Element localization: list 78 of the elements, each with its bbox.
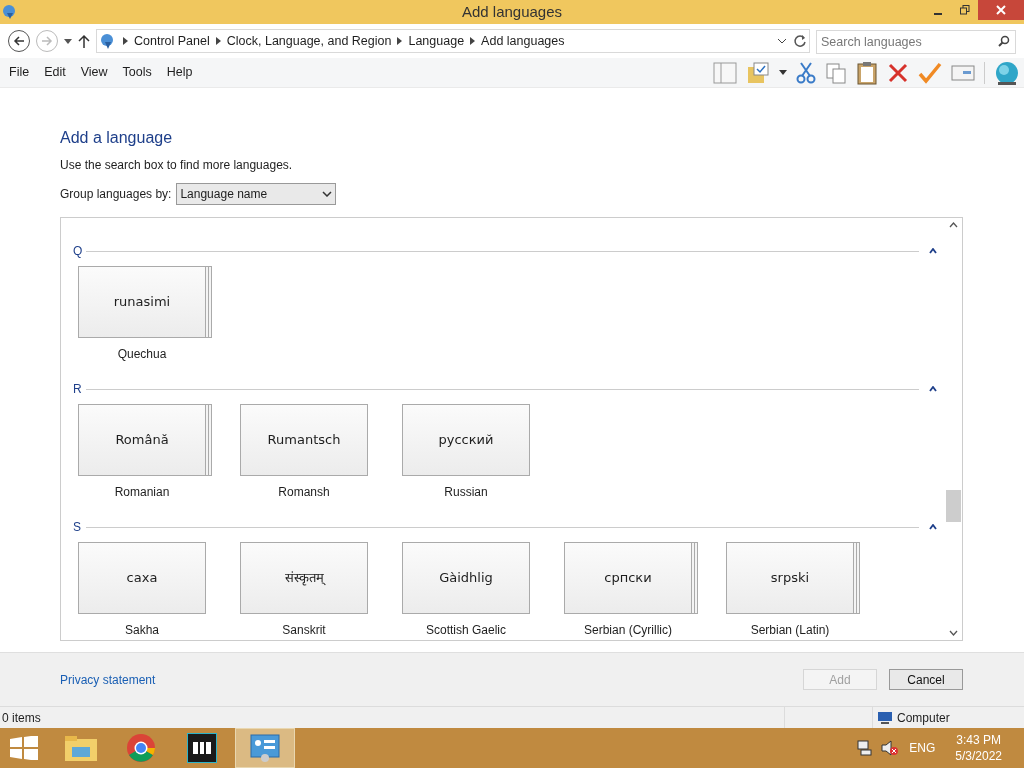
group-letter: R (73, 381, 82, 398)
taskbar-button[interactable] (235, 728, 295, 768)
dropdown-icon[interactable] (779, 70, 787, 75)
breadcrumb[interactable]: Control Panel (134, 31, 210, 51)
dropdown-icon[interactable] (64, 38, 72, 44)
language-name: Serbian (Latin) (750, 622, 830, 639)
dialog-button[interactable]: Cancel (889, 669, 963, 690)
group-by-dropdown[interactable]: Language name (176, 183, 337, 205)
scissors-icon[interactable] (796, 61, 816, 84)
folder-check-icon[interactable] (746, 60, 770, 85)
scroll-down-icon[interactable] (949, 630, 958, 636)
chevron-icon (397, 37, 403, 45)
menu-item[interactable]: View (75, 63, 113, 82)
search-field[interactable]: Search languages (816, 30, 1016, 54)
control-panel-icon (249, 733, 281, 763)
menu-item[interactable]: Edit (39, 63, 71, 82)
delete-icon[interactable] (887, 61, 909, 84)
chevron-icon (123, 37, 128, 45)
breadcrumb[interactable]: Add languages (481, 31, 565, 51)
language-name: Sanskrit (282, 622, 326, 639)
back-arrow-icon (13, 35, 25, 47)
language-name: Scottish Gaelic (425, 622, 506, 639)
checkmark-icon[interactable] (918, 61, 942, 84)
language-tile[interactable]: Rumantsch (240, 404, 368, 476)
muted-speaker-icon[interactable] (881, 740, 900, 756)
language-name: Quechua (117, 346, 167, 363)
dropdown-icon[interactable] (777, 38, 787, 44)
language-tile[interactable]: Gàidhlig (402, 542, 530, 614)
privacy-link[interactable]: Privacy statement (60, 670, 156, 689)
forward-arrow-icon (41, 35, 53, 47)
language-tile[interactable]: саха (78, 542, 206, 614)
collapse-icon[interactable] (929, 386, 937, 392)
minimize-icon (933, 12, 942, 15)
language-name: Romansh (278, 484, 330, 501)
location-text: Computer (897, 709, 950, 727)
search-icon (998, 35, 1010, 47)
restore-icon (959, 5, 970, 15)
language-name: Romanian (114, 484, 170, 501)
breadcrumb[interactable]: Clock, Language, and Region (226, 31, 392, 51)
menu-item[interactable]: Tools (117, 63, 157, 82)
menu-item[interactable]: Help (161, 63, 198, 82)
window-title: Add languages (461, 1, 563, 22)
language-tile[interactable]: русский (402, 404, 530, 476)
status-text: 0 items (1, 709, 42, 727)
chrome-icon[interactable] (126, 733, 156, 763)
scroll-up-icon[interactable] (949, 222, 958, 228)
clipboard-icon[interactable] (856, 60, 878, 85)
hint-text: Use the search box to find more languages. (60, 157, 294, 174)
collapse-icon[interactable] (929, 248, 937, 254)
page-heading: Add a language (60, 128, 174, 148)
computer-icon (877, 710, 893, 725)
language-tile[interactable]: runasimi (78, 266, 212, 338)
language-tile[interactable]: संस्कृतम् (240, 542, 368, 614)
language-name: Serbian (Cyrillic) (584, 622, 672, 639)
film-icon[interactable] (187, 733, 217, 763)
language-name: Sakha (125, 622, 159, 639)
language-tile[interactable]: српски (564, 542, 698, 614)
up-arrow-icon[interactable] (78, 34, 90, 48)
language-tile[interactable]: srpski (726, 542, 860, 614)
start-icon[interactable] (10, 736, 38, 760)
chevron-icon (470, 37, 476, 45)
envelope-icon[interactable] (951, 63, 975, 82)
network-icon[interactable] (857, 740, 874, 756)
group-letter: Q (73, 243, 82, 260)
close-button[interactable] (978, 0, 1024, 20)
breadcrumb[interactable]: Language (408, 31, 465, 51)
close-icon (996, 5, 1006, 15)
refresh-icon[interactable] (793, 34, 807, 48)
group-by-label: Group languages by: (60, 186, 172, 203)
group-letter: S (73, 519, 82, 536)
dropdown-icon (322, 191, 333, 197)
address-bar[interactable]: Control Panel Clock, Language, and Region Language Add languages (96, 29, 810, 53)
menu-item[interactable]: File (4, 63, 35, 82)
collapse-icon[interactable] (929, 524, 937, 530)
language-name: Russian (444, 484, 488, 501)
scroll-thumb[interactable] (946, 490, 961, 522)
language-tile[interactable]: Română (78, 404, 212, 476)
chevron-icon (215, 37, 221, 45)
